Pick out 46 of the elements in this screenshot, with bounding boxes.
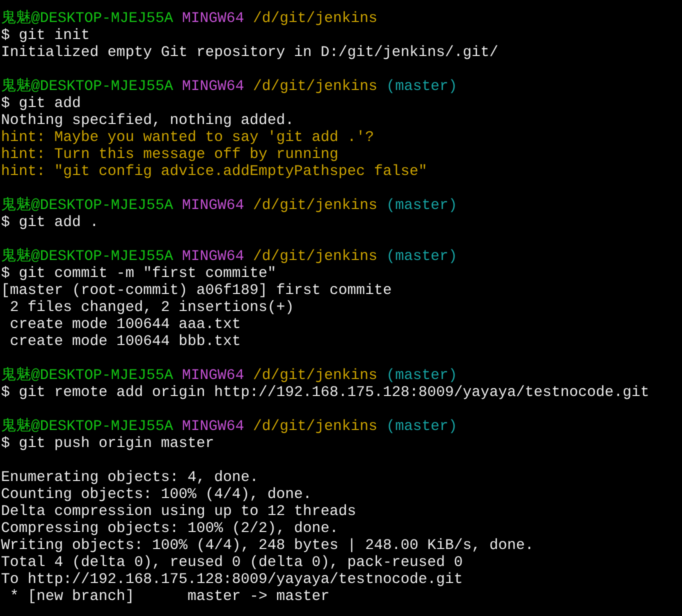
command-line: $ git remote add origin http://192.168.175.128:8009/yayaya/testnocode.git (1, 385, 650, 401)
prompt-shell: MINGW64 (182, 249, 244, 265)
output-line: Initialized empty Git repository in D:/git/jenkins/.git/ (1, 45, 498, 61)
output-line: To http://192.168.175.128:8009/yayaya/testnocode.git (1, 572, 463, 588)
output-line: create mode 100644 aaa.txt (8, 317, 241, 333)
prompt-user: 鬼魅@DESKTOP-MJEJ55A (1, 368, 174, 384)
command-line: $ git init (1, 28, 90, 44)
prompt-shell: MINGW64 (182, 79, 244, 95)
output-line: * [new branch] master -> master (8, 589, 330, 605)
output-line: Counting objects: 100% (4/4), done. (1, 487, 312, 503)
prompt-path: /d/git/jenkins (253, 419, 378, 435)
prompt-branch: (master) (386, 79, 458, 95)
prompt-path: /d/git/jenkins (253, 249, 378, 265)
prompt-branch: (master) (386, 198, 458, 214)
output-line: Compressing objects: 100% (2/2), done. (1, 521, 338, 537)
prompt-path: /d/git/jenkins (253, 368, 378, 384)
output-line: Nothing specified, nothing added. (1, 113, 294, 129)
output-line: [master (root-commit) a06f189] first commite (1, 283, 392, 299)
output-line: Writing objects: 100% (4/4), 248 bytes | 248.00 KiB/s, done. (1, 538, 534, 554)
prompt-branch: (master) (386, 419, 458, 435)
prompt-path: /d/git/jenkins (253, 198, 378, 214)
prompt-shell: MINGW64 (182, 11, 244, 27)
prompt-shell: MINGW64 (182, 419, 244, 435)
prompt-branch: (master) (386, 368, 458, 384)
output-line: Enumerating objects: 4, done. (1, 470, 259, 486)
command-line: $ git add . (1, 215, 99, 231)
prompt-shell: MINGW64 (182, 198, 244, 214)
hint-line: hint: Maybe you wanted to say 'git add .'? (1, 130, 374, 146)
output-line: Total 4 (delta 0), reused 0 (delta 0), pack-reused 0 (1, 555, 463, 571)
output-line: Delta compression using up to 12 threads (1, 504, 356, 520)
prompt-path: /d/git/jenkins (253, 79, 378, 95)
command-line: $ git commit -m "first commite" (1, 266, 276, 282)
prompt-user: 鬼魅@DESKTOP-MJEJ55A (1, 79, 174, 95)
output-line: create mode 100644 bbb.txt (8, 334, 241, 350)
prompt-user: 鬼魅@DESKTOP-MJEJ55A (1, 419, 174, 435)
hint-line: hint: Turn this message off by running (1, 147, 338, 163)
prompt-branch: (master) (386, 249, 458, 265)
prompt-user: 鬼魅@DESKTOP-MJEJ55A (1, 198, 174, 214)
prompt-path: /d/git/jenkins (253, 11, 378, 27)
prompt-user: 鬼魅@DESKTOP-MJEJ55A (1, 11, 174, 27)
prompt-user: 鬼魅@DESKTOP-MJEJ55A (1, 249, 174, 265)
hint-line: hint: "git config advice.addEmptyPathspec false" (1, 164, 428, 180)
output-line: 2 files changed, 2 insertions(+) (8, 300, 294, 316)
command-line: $ git push origin master (1, 436, 214, 452)
command-line: $ git add (1, 96, 81, 112)
prompt-shell: MINGW64 (182, 368, 244, 384)
